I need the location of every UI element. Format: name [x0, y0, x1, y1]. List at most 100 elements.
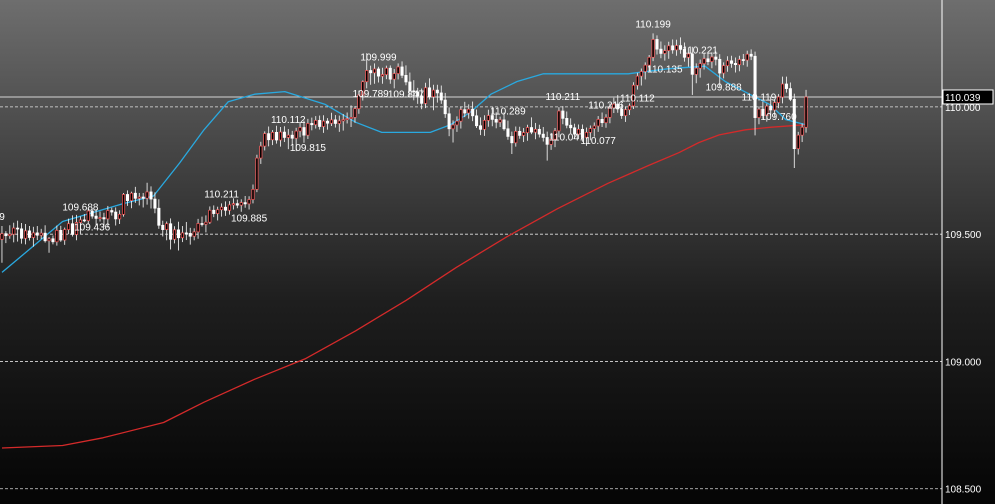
candle	[220, 203, 224, 217]
price-annotations: 9 109.688 109.436 110.211 109.885 110.112 109.…	[0, 19, 797, 233]
candle-body	[106, 210, 110, 220]
candle-body	[204, 221, 208, 225]
candle-body	[545, 137, 549, 145]
candle	[545, 131, 549, 161]
candle-body	[67, 223, 71, 230]
candle-body	[267, 133, 271, 141]
candle	[675, 39, 679, 56]
candle	[741, 53, 745, 66]
candle-body	[137, 196, 141, 199]
candle	[0, 226, 4, 263]
candle-body	[329, 119, 333, 124]
candle-body	[63, 229, 67, 241]
candle-body	[286, 134, 290, 138]
candle-body	[396, 66, 400, 74]
candle-body	[290, 134, 294, 139]
candle	[278, 127, 282, 147]
price-annotation: 109.885	[231, 213, 268, 224]
candle-body	[569, 124, 573, 129]
candle-body	[522, 132, 526, 136]
candle	[4, 231, 8, 244]
candle-body	[231, 203, 235, 206]
candle-body	[298, 127, 302, 132]
candle-body	[118, 213, 122, 220]
price-annotation: 110.199	[635, 19, 671, 30]
candle	[267, 126, 271, 147]
candle	[259, 141, 263, 164]
candle-body	[192, 231, 196, 237]
candle-body	[780, 83, 785, 98]
candle	[518, 126, 522, 139]
candle-body	[373, 68, 377, 74]
candle-body	[710, 56, 714, 62]
candle	[59, 225, 63, 242]
candle-body	[43, 232, 47, 242]
candle-body	[98, 217, 102, 219]
candle	[467, 104, 471, 119]
candle	[537, 124, 541, 138]
candle	[176, 221, 180, 251]
candle-body	[604, 116, 608, 124]
candle-body	[27, 230, 31, 238]
candle-body	[235, 203, 239, 206]
candle-body	[243, 202, 247, 205]
price-annotation: 110.221	[682, 46, 718, 57]
candle-body	[690, 53, 694, 75]
price-annotation: 110.211	[204, 189, 239, 200]
candle	[200, 216, 204, 227]
candle-body	[471, 108, 475, 117]
candle	[737, 55, 741, 72]
candle	[482, 115, 486, 136]
candle-body	[753, 55, 757, 118]
candle-body	[365, 70, 369, 83]
candle-body	[557, 110, 561, 132]
candle-body	[310, 123, 314, 126]
candle-body	[376, 68, 381, 77]
candle	[526, 124, 530, 141]
candle-body	[278, 131, 282, 141]
candle-body	[541, 133, 545, 138]
candle-body	[200, 223, 204, 225]
candle	[204, 215, 208, 233]
candle	[196, 218, 200, 239]
candle	[149, 186, 153, 209]
candle-body	[224, 206, 228, 211]
candle-body	[23, 230, 28, 239]
candle-body	[769, 105, 773, 111]
candle-body	[463, 109, 467, 114]
candle-body	[726, 60, 730, 67]
candle	[388, 65, 392, 84]
candle-body	[592, 125, 596, 129]
candle-body	[502, 119, 506, 130]
candle	[478, 117, 483, 136]
candle	[796, 131, 800, 155]
candle-body	[325, 120, 330, 124]
candle-body	[400, 66, 404, 76]
candle-body	[518, 130, 522, 136]
candle-body	[745, 53, 749, 61]
candle	[125, 190, 130, 206]
candle	[141, 192, 145, 208]
candle-body	[800, 126, 804, 136]
candle-body	[341, 119, 345, 122]
candle-body	[722, 65, 726, 74]
candle-body	[282, 131, 286, 138]
candle-body	[333, 119, 337, 124]
candle-body	[0, 233, 4, 240]
candle-body	[216, 209, 220, 214]
candle	[427, 78, 432, 100]
candle	[667, 41, 671, 59]
candle	[243, 196, 247, 208]
price-annotation: 109.789	[353, 89, 390, 100]
candle	[114, 207, 118, 226]
candle	[380, 67, 384, 84]
candle	[188, 227, 192, 245]
candle-body	[322, 120, 326, 127]
candle	[235, 199, 239, 209]
candle	[322, 115, 326, 133]
price-annotation: 9	[0, 212, 5, 223]
price-annotation: 109.888	[706, 82, 743, 93]
candle-body	[125, 194, 130, 201]
candle-body	[157, 207, 161, 226]
candle	[35, 226, 39, 241]
